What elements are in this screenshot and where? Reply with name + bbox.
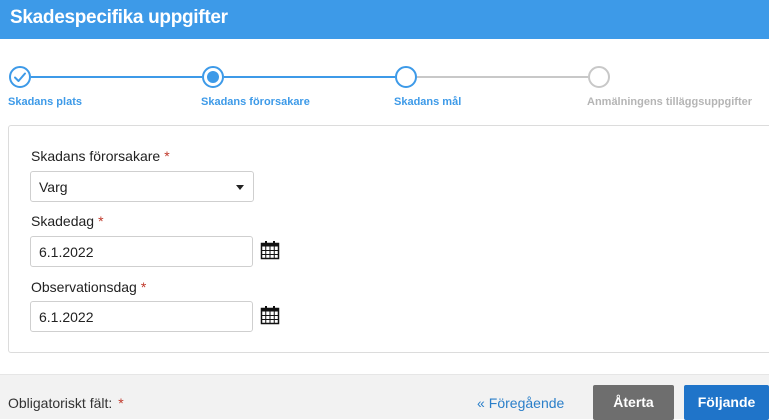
step-label-skadans-fororsakare[interactable]: Skadans förorsakare (201, 96, 310, 108)
observation-date-label: Observationsdag * (31, 279, 146, 295)
step-connector (224, 76, 395, 78)
chevron-double-left-icon: « (477, 395, 485, 411)
cause-select[interactable]: Varg (30, 171, 254, 202)
required-fields-note: Obligatoriskt fält: * (8, 395, 124, 411)
step-connector (417, 76, 588, 78)
previous-link-label: Föregående (488, 395, 565, 411)
damage-date-label: Skadedag * (31, 213, 104, 229)
current-step-dot (207, 71, 219, 83)
required-mark: * (164, 148, 170, 164)
observation-date-input[interactable]: 6.1.2022 (30, 301, 253, 332)
calendar-icon[interactable] (260, 240, 280, 260)
check-icon (14, 72, 26, 82)
step-label-tillaggsuppgifter: Anmälningens tilläggsuppgifter (587, 96, 753, 108)
form-footer: Obligatoriskt fält: * «Föregående Återta … (0, 374, 769, 420)
page-title: Skadespecifika uppgifter (10, 7, 228, 28)
required-mark: * (98, 213, 104, 229)
required-mark: * (118, 395, 124, 411)
step-connector (31, 76, 202, 78)
step-label-skadans-mal[interactable]: Skadans mål (394, 96, 461, 108)
progress-stepper: Skadans plats Skadans förorsakare Skadan… (0, 39, 769, 117)
next-button[interactable]: Följande (684, 385, 769, 420)
reset-button[interactable]: Återta (593, 385, 674, 420)
step-2-marker[interactable] (202, 66, 224, 88)
damage-date-input[interactable]: 6.1.2022 (30, 236, 253, 267)
step-3-marker[interactable] (395, 66, 417, 88)
caret-down-icon (236, 185, 244, 190)
page-header: Skadespecifika uppgifter (0, 0, 769, 39)
step-label-skadans-plats[interactable]: Skadans plats (8, 96, 82, 108)
damage-date-label-text: Skadedag (31, 213, 95, 229)
required-fields-text: Obligatoriskt fält: (8, 395, 113, 411)
required-mark: * (140, 279, 147, 295)
calendar-icon[interactable] (260, 305, 280, 325)
cause-label: Skadans förorsakare * (31, 148, 170, 164)
cause-select-value: Varg (39, 179, 68, 195)
step-4-marker (588, 66, 610, 88)
damage-date-value: 6.1.2022 (39, 244, 94, 260)
form-panel: Skadans förorsakare * Varg Skadedag * 6.1.… (8, 125, 769, 353)
cause-label-text: Skadans förorsakare (31, 148, 161, 164)
step-1-marker[interactable] (9, 66, 31, 88)
previous-link[interactable]: «Föregående (477, 395, 564, 411)
observation-date-label-text: Observationsdag (31, 279, 137, 295)
observation-date-value: 6.1.2022 (39, 309, 94, 325)
